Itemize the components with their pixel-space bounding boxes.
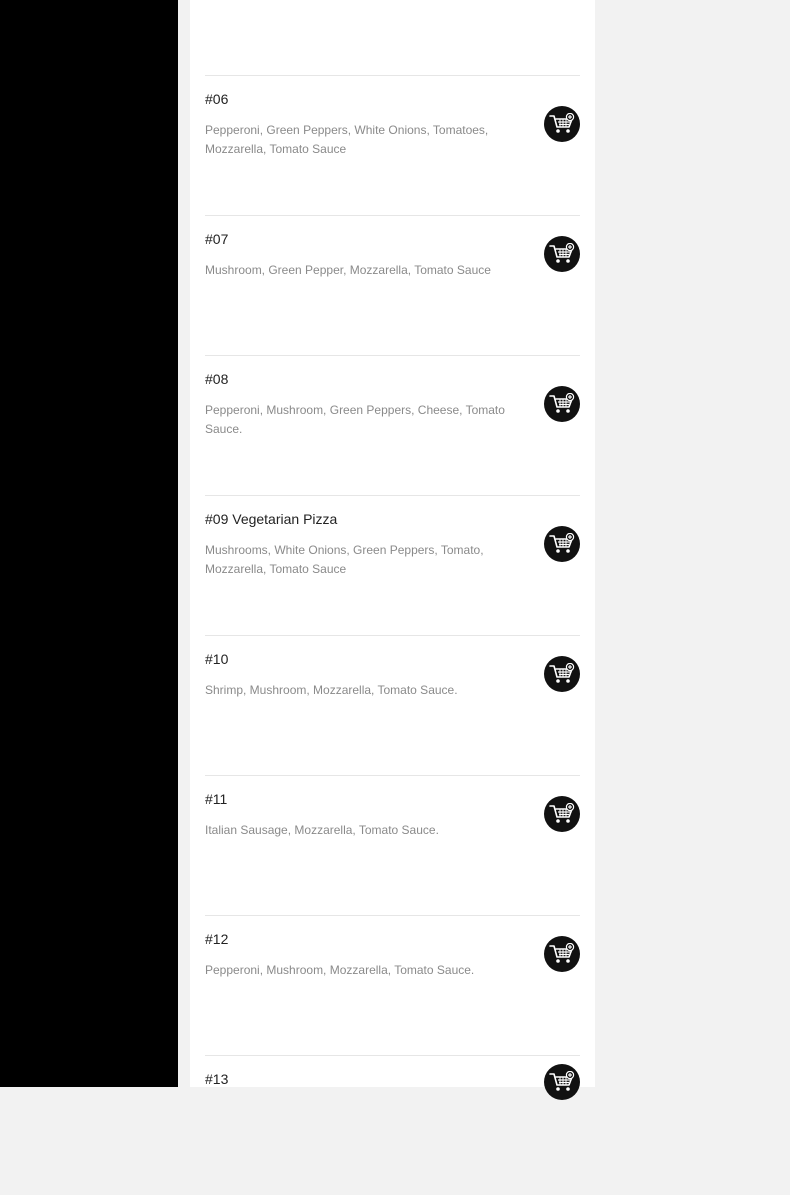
add-to-cart-button[interactable] [544,1064,580,1100]
menu-item: #07 Mushroom, Green Pepper, Mozzarella, T… [205,215,580,355]
item-title: #06 [205,91,229,107]
sidebar [0,0,178,1087]
add-to-cart-icon [549,663,575,685]
menu-item: #12 Pepperoni, Mushroom, Mozzarella, Toma… [205,915,580,1055]
add-to-cart-button[interactable] [544,526,580,562]
add-to-cart-icon [549,533,575,555]
item-title: #12 [205,931,229,947]
add-to-cart-icon [549,393,575,415]
add-to-cart-icon [549,113,575,135]
add-to-cart-icon [549,1071,575,1093]
item-description: Italian Sausage, Mozzarella, Tomato Sauc… [205,823,439,837]
add-to-cart-button[interactable] [544,106,580,142]
menu-item: #09 Vegetarian Pizza Mushrooms, White Oni… [205,495,580,635]
add-to-cart-icon [549,803,575,825]
menu-item: #13 [205,1055,580,1195]
item-description: Shrimp, Mushroom, Mozzarella, Tomato Sau… [205,683,458,697]
add-to-cart-icon [549,943,575,965]
item-description: Mushroom, Green Pepper, Mozzarella, Toma… [205,263,491,277]
item-title: #09 Vegetarian Pizza [205,511,338,527]
menu-panel: #06 Pepperoni, Green Peppers, White Onion… [190,0,595,1100]
menu-item: #10 Shrimp, Mushroom, Mozzarella, Tomato … [205,635,580,775]
gutter [178,0,190,1087]
item-description: Mushrooms, White Onions, Green Peppers, … [205,543,484,576]
item-description: Pepperoni, Mushroom, Green Peppers, Chee… [205,403,505,436]
item-description: Pepperoni, Mushroom, Mozzarella, Tomato … [205,963,475,977]
right-area [595,0,790,1087]
item-title: #10 [205,651,229,667]
add-to-cart-button[interactable] [544,236,580,272]
add-to-cart-button[interactable] [544,796,580,832]
item-title: #07 [205,231,229,247]
item-title: #11 [205,791,228,807]
menu-item: #08 Pepperoni, Mushroom, Green Peppers, C… [205,355,580,495]
add-to-cart-button[interactable] [544,936,580,972]
menu-item: #06 Pepperoni, Green Peppers, White Onion… [205,75,580,215]
add-to-cart-button[interactable] [544,656,580,692]
menu-item: #11 Italian Sausage, Mozzarella, Tomato S… [205,775,580,915]
add-to-cart-button[interactable] [544,386,580,422]
item-title: #08 [205,371,229,387]
menu-list: #06 Pepperoni, Green Peppers, White Onion… [205,75,580,1195]
item-description: Pepperoni, Green Peppers, White Onions, … [205,123,489,156]
add-to-cart-icon [549,243,575,265]
item-title: #13 [205,1071,229,1087]
